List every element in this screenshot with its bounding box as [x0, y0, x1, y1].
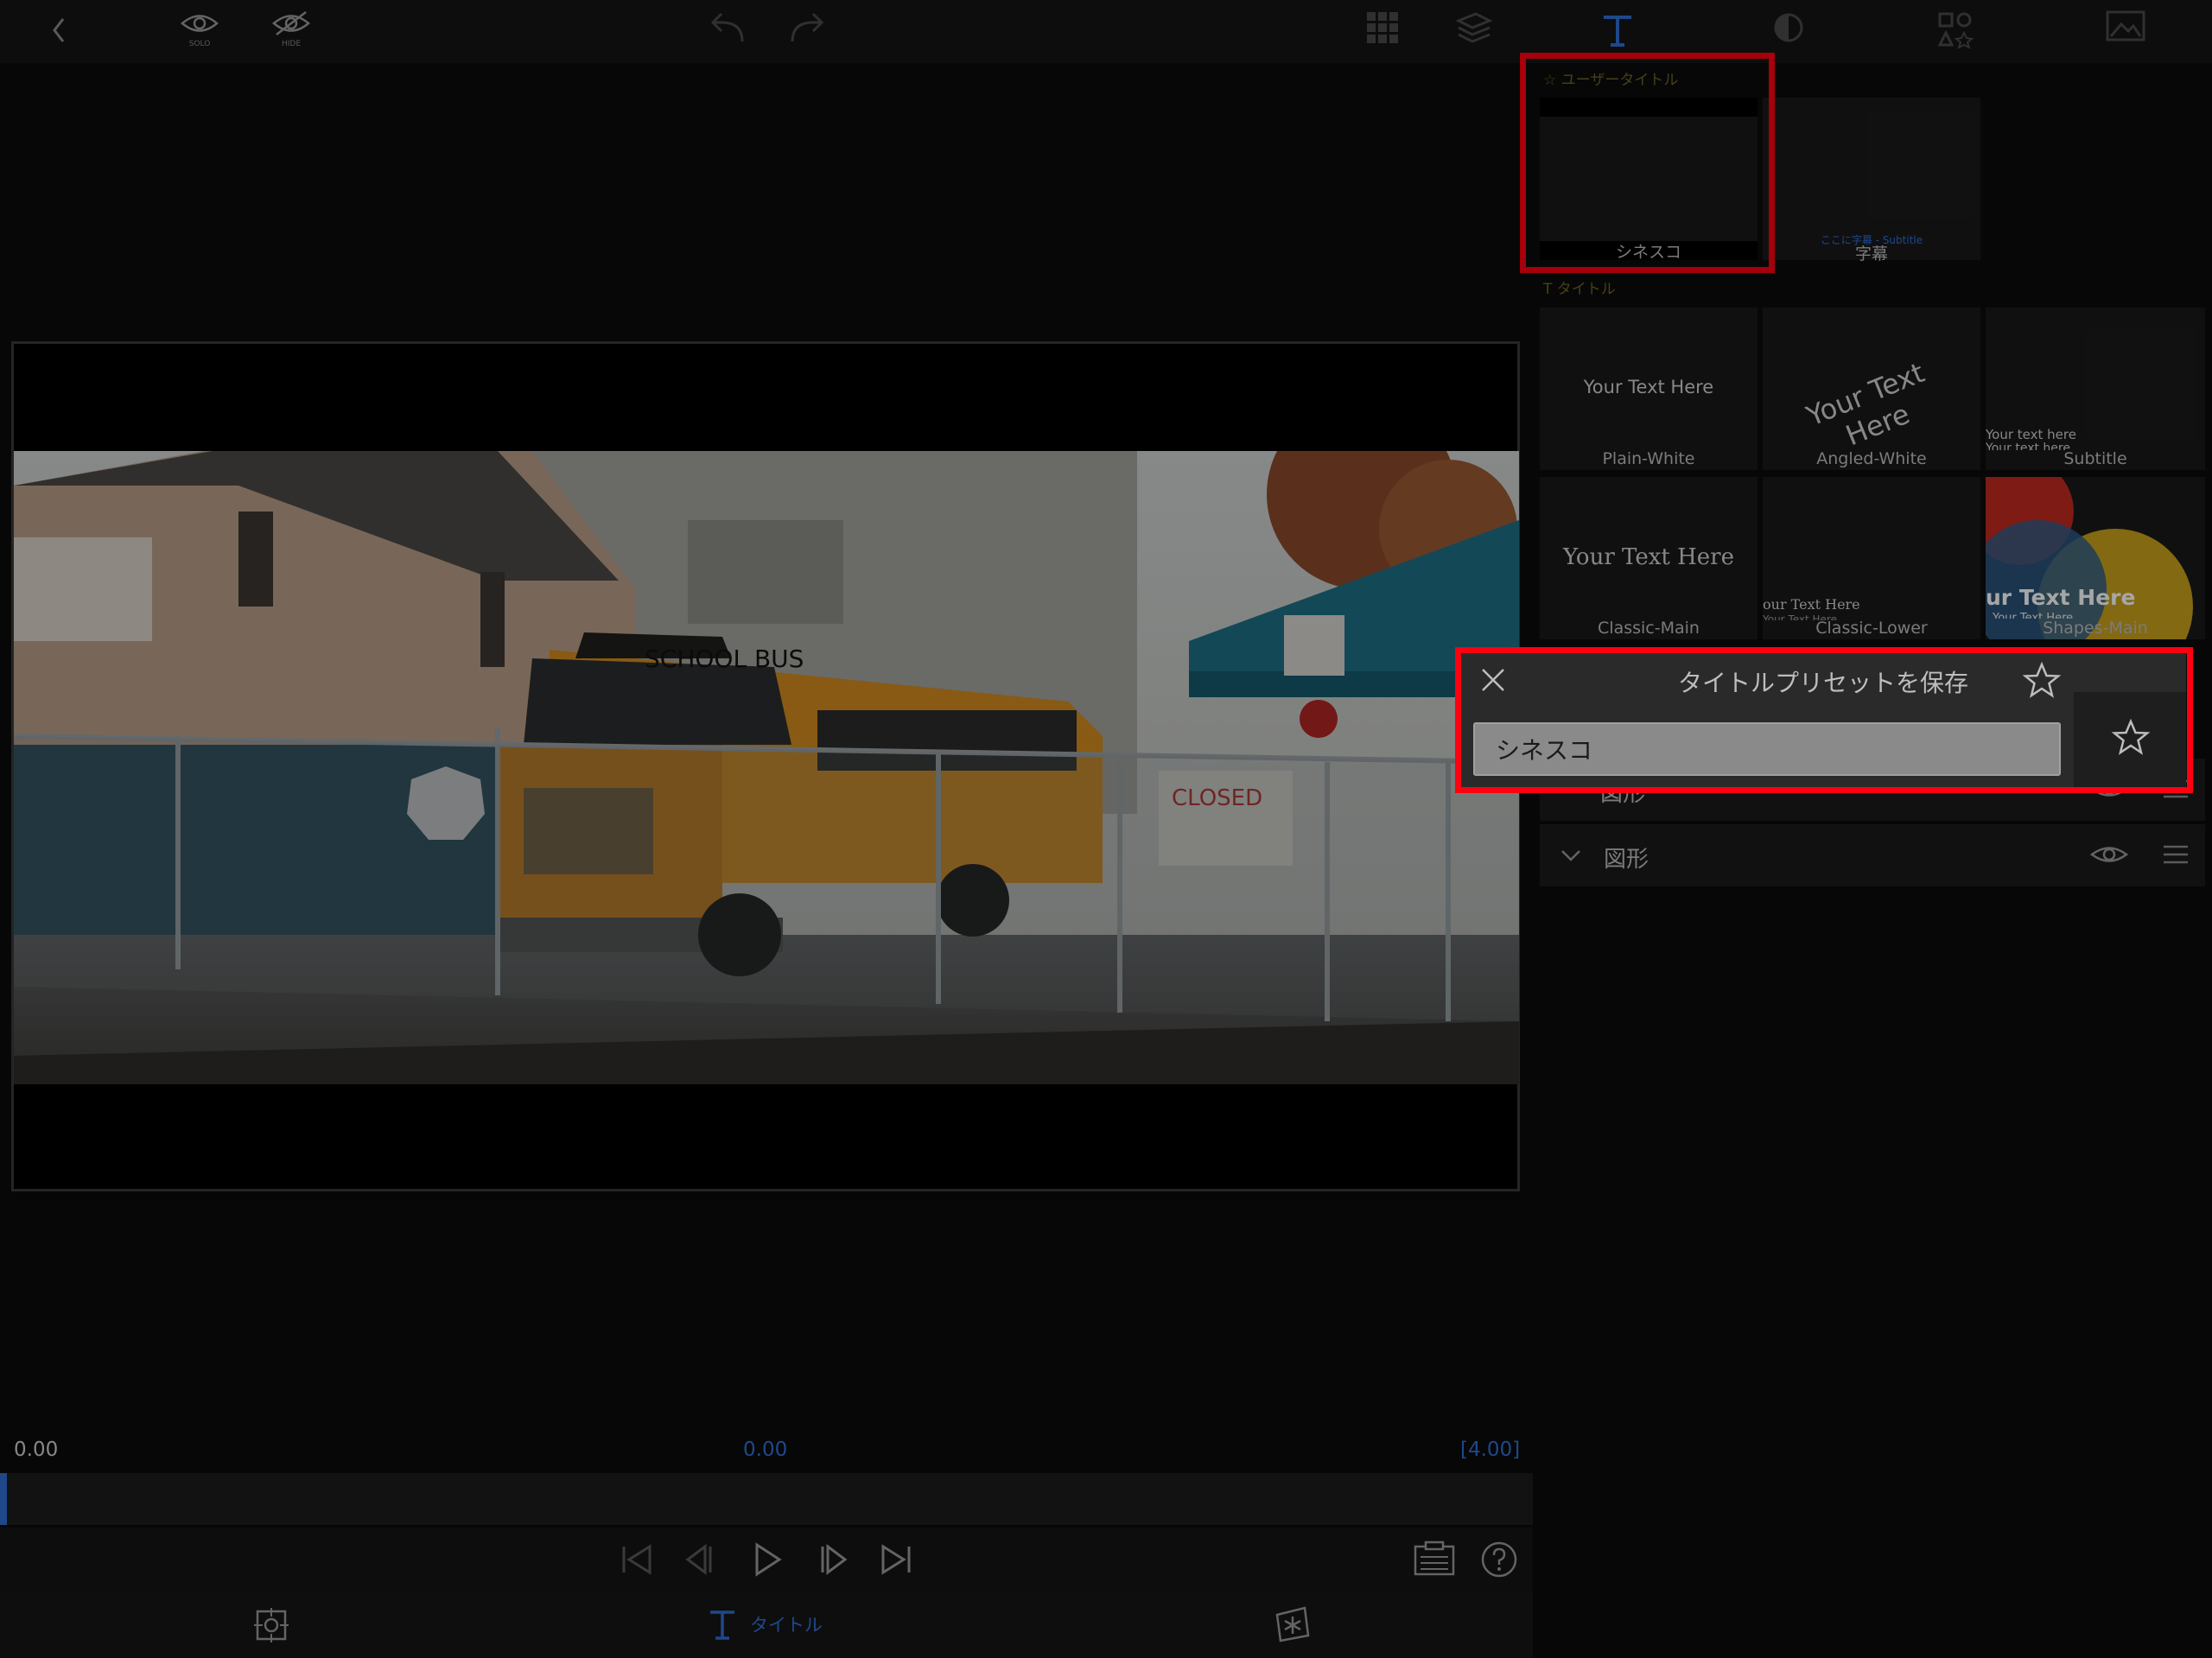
shapes-button[interactable] — [1929, 9, 1981, 57]
undo-button[interactable] — [702, 9, 754, 57]
timeline-start-time: 0.00 — [14, 1439, 59, 1461]
preset-label: Shapes-Main — [2043, 619, 2148, 638]
eye-slash-icon — [272, 11, 310, 35]
preset-preview-text: Your text here — [1986, 427, 2076, 442]
preset-preview-text: ur Text Here — [1986, 585, 2136, 610]
title-T-icon — [1604, 16, 1631, 47]
preset-label: Plain-White — [1602, 449, 1695, 468]
solo-button[interactable]: SOLO — [174, 9, 226, 57]
preset-thumb-subtitle[interactable]: Your text here Your text here Subtitle — [1986, 308, 2205, 470]
preset-thumb-plain-white[interactable]: Your Text Here Plain-White — [1540, 308, 1758, 470]
playhead[interactable] — [0, 1473, 7, 1525]
undo-icon — [710, 12, 744, 42]
title-tool-button[interactable] — [1592, 9, 1643, 57]
layers-button[interactable] — [1447, 9, 1499, 57]
shapes-icon — [1937, 12, 1974, 49]
color-circle-icon — [1774, 13, 1803, 42]
highlight-box-dialog — [1455, 647, 2193, 793]
tab-title-label: タイトル — [750, 1615, 823, 1636]
preset-thumb-angled-white[interactable]: Your Text Here Angled-White — [1763, 308, 1980, 470]
step-forward-icon[interactable] — [810, 1541, 854, 1578]
image-icon — [2106, 10, 2145, 41]
preset-thumb-classic-main[interactable]: Your Text Here Classic-Main — [1540, 477, 1758, 639]
video-frame-image: SCHOOL BUS CLOSED — [14, 451, 1519, 1084]
chevron-left-icon — [53, 18, 65, 42]
preset-label: Angled-White — [1816, 449, 1927, 468]
timeline-current-time: 0.00 — [743, 1439, 788, 1461]
highlight-box-user-preset — [1520, 53, 1775, 273]
tab-title[interactable]: タイトル — [707, 1604, 823, 1644]
clipboard-icon[interactable] — [1412, 1540, 1457, 1579]
preset-thumb-classic-lower[interactable]: our Text Here Your Text Here Classic-Low… — [1763, 477, 1980, 639]
solo-label: SOLO — [188, 40, 211, 48]
preset-preview-text: our Text Here — [1763, 596, 1860, 613]
image-button[interactable] — [2100, 9, 2152, 57]
preset-preview-text: Your Text Here — [1563, 544, 1734, 570]
layer-row[interactable]: 図形 — [1540, 824, 2205, 886]
timeline-scrubber[interactable] — [0, 1473, 1533, 1525]
grid-icon — [1367, 12, 1398, 43]
redo-button[interactable] — [780, 9, 832, 57]
preset-preview-text: Your Text Here — [1583, 377, 1714, 397]
preset-label: Subtitle — [2063, 449, 2127, 468]
effects-star-icon[interactable] — [1272, 1604, 1313, 1644]
preset-label: Classic-Main — [1598, 619, 1700, 638]
eye-icon[interactable] — [2089, 842, 2129, 867]
school-bus-scene-image: SCHOOL BUS CLOSED — [14, 451, 1519, 1084]
play-icon[interactable] — [745, 1540, 788, 1579]
bottom-tab-bar: タイトル — [0, 1591, 1533, 1658]
timeline-duration: [4.00] — [1460, 1439, 1521, 1461]
step-back-icon[interactable] — [679, 1541, 722, 1578]
preset-thumb-subtitle-ja[interactable]: ここに字幕 - Subtitle 字幕 — [1763, 98, 1980, 264]
titles-label: タイトル — [1556, 281, 1616, 298]
layers-icon — [1455, 12, 1493, 43]
preset-preview-text-2: Your Text Here — [1993, 612, 2074, 619]
top-toolbar: SOLO HIDE — [0, 0, 2212, 63]
preset-thumb-shapes-main[interactable]: ur Text Here Your Text Here Shapes-Main — [1986, 477, 2205, 639]
drag-handle-icon[interactable] — [2162, 843, 2190, 866]
transport-controls — [0, 1528, 1533, 1591]
title-T-icon — [710, 1610, 734, 1640]
grid-button[interactable] — [1357, 9, 1408, 57]
eye-icon — [181, 15, 219, 32]
bus-sign-text: SCHOOL BUS — [645, 645, 804, 673]
skip-to-start-icon[interactable] — [615, 1541, 658, 1578]
help-icon[interactable] — [1479, 1540, 1519, 1579]
skip-to-end-icon[interactable] — [874, 1541, 918, 1578]
redo-icon — [791, 12, 824, 42]
position-target-icon[interactable] — [252, 1606, 290, 1644]
back-button[interactable] — [33, 9, 85, 57]
chevron-down-icon[interactable] — [1559, 847, 1583, 864]
layer-label: 図形 — [1604, 847, 1649, 873]
preset-label: Classic-Lower — [1815, 619, 1928, 638]
hide-button[interactable]: HIDE — [265, 9, 317, 57]
titles-section: T タイトル — [1543, 276, 1616, 298]
preset-label: 字幕 — [1854, 245, 1888, 264]
hide-label: HIDE — [281, 40, 302, 48]
title-T-icon: T — [1543, 281, 1553, 298]
color-button[interactable] — [1763, 9, 1815, 57]
